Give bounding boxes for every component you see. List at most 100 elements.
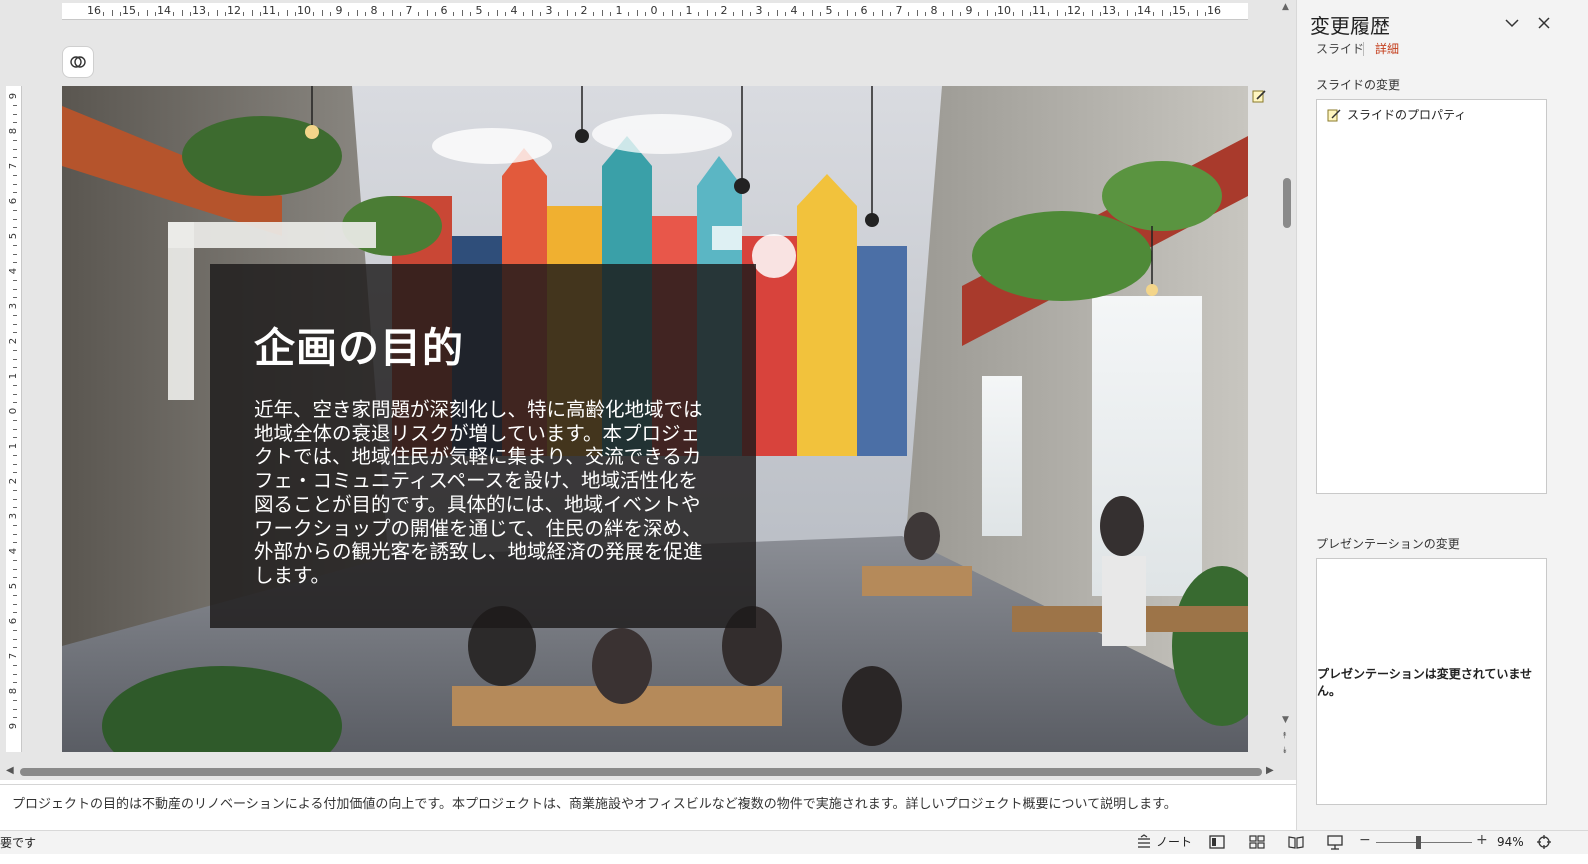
scroll-right-arrow-icon[interactable]: ▶ (1266, 765, 1274, 776)
copilot-icon (70, 56, 86, 68)
ruler-tick (907, 12, 909, 16)
vertical-ruler[interactable]: 9 8 7 6 5 4 3 2 1 0 1 2 3 4 5 6 7 8 9 (6, 86, 22, 752)
close-icon[interactable] (1535, 14, 1553, 32)
ruler-tick (1056, 10, 1058, 16)
zoom-out-button[interactable]: − (1359, 832, 1371, 848)
ruler-label: 1 (8, 442, 19, 450)
ruler-label: 10 (297, 4, 311, 17)
ruler-label: 16 (1207, 4, 1221, 17)
ruler-label: 9 (8, 722, 19, 730)
ruler-label: 8 (370, 4, 378, 17)
zoom-slider-handle[interactable] (1416, 836, 1422, 849)
ruler-tick (13, 472, 17, 474)
ruler-tick (13, 393, 17, 395)
ruler-tick (382, 12, 384, 16)
scroll-up-arrow-icon[interactable]: ▲ (1282, 2, 1289, 12)
slide-sorter-icon[interactable] (1248, 833, 1266, 851)
list-item[interactable]: スライドのプロパティ (1327, 106, 1466, 123)
ruler-tick (1196, 10, 1198, 16)
zoom-level[interactable]: 94% (1497, 835, 1524, 849)
ruler-tick (1187, 12, 1189, 16)
ruler-tick (1012, 12, 1014, 16)
normal-view-icon[interactable] (1208, 833, 1226, 851)
ruler-tick (13, 192, 17, 194)
ruler-label: 2 (8, 477, 19, 485)
ruler-tick (636, 10, 638, 16)
ruler-tick (1021, 10, 1023, 16)
ruler-tick (566, 10, 568, 16)
ruler-tick (181, 10, 183, 16)
ruler-label: 0 (650, 4, 658, 17)
ruler-tick (13, 577, 17, 579)
edit-marker-icon[interactable] (1251, 88, 1267, 104)
ruler-tick (557, 12, 559, 16)
ruler-tick (916, 10, 918, 16)
ruler-label: 8 (8, 687, 19, 695)
notes-pane[interactable]: プロジェクトの目的は不動産のリノベーションによる付加価値の向上です。本プロジェク… (0, 784, 1296, 830)
slide-text-panel[interactable]: 企画の目的 近年、空き家問題が深刻化し、特に高齢化地域では地域全体の衰退リスクが… (210, 264, 756, 628)
scroll-left-arrow-icon[interactable]: ◀ (6, 765, 14, 776)
ruler-label: 4 (790, 4, 798, 17)
previous-slide-icon[interactable]: ⯭ (1282, 731, 1287, 741)
ruler-tick (286, 10, 288, 16)
ruler-tick (531, 10, 533, 16)
ruler-tick (13, 708, 17, 710)
zoom-slider[interactable] (1376, 842, 1472, 843)
ruler-label: 12 (227, 4, 241, 17)
ruler-tick (13, 402, 17, 404)
ruler-tick (13, 463, 17, 465)
next-slide-icon[interactable]: ⯯ (1282, 746, 1287, 756)
ruler-tick (216, 10, 218, 16)
ruler-label: 5 (475, 4, 483, 17)
ruler-label: 11 (1032, 4, 1046, 17)
decorative-frame-top (168, 222, 376, 248)
ruler-tick (977, 12, 979, 16)
ruler-tick (881, 10, 883, 16)
horizontal-ruler[interactable]: 16 15 14 13 12 11 10 9 8 7 6 5 4 3 2 1 0 1 2 3 4 5 6 7 8 9 10 11 12 1… (62, 3, 1248, 20)
ruler-label: 12 (1067, 4, 1081, 17)
notes-icon (1138, 833, 1150, 848)
horizontal-scroll-thumb[interactable] (20, 768, 1262, 776)
ruler-label: 6 (860, 4, 868, 17)
ruler-label: 5 (825, 4, 833, 17)
zoom-in-button[interactable]: + (1476, 832, 1488, 848)
ruler-label: 14 (157, 4, 171, 17)
ruler-label: 1 (685, 4, 693, 17)
ruler-tick (146, 10, 148, 16)
copilot-button[interactable] (62, 46, 94, 78)
slide-changes-list[interactable]: スライドのプロパティ (1316, 99, 1547, 494)
slide-title[interactable]: 企画の目的 (254, 314, 464, 374)
ruler-tick (1117, 12, 1119, 16)
ruler-tick (13, 533, 17, 535)
ruler-tick (461, 10, 463, 16)
ruler-tick (426, 10, 428, 16)
chevron-down-icon[interactable] (1503, 14, 1521, 32)
slideshow-icon[interactable] (1326, 833, 1344, 851)
ruler-label: 7 (8, 652, 19, 660)
ruler-tick (986, 10, 988, 16)
ruler-tick (13, 288, 17, 290)
fit-slide-icon[interactable] (1536, 834, 1552, 850)
notes-toggle-button[interactable]: ノート (1136, 833, 1192, 850)
horizontal-scrollbar[interactable]: ◀ ▶ (0, 762, 1296, 780)
tab-slide[interactable]: スライド (1316, 40, 1364, 57)
scroll-down-arrow-icon[interactable]: ▼ (1282, 715, 1289, 725)
ruler-tick (697, 12, 699, 16)
presentation-changes-list[interactable]: プレゼンテーションは変更されていません。 (1316, 558, 1547, 805)
ruler-tick (13, 279, 17, 281)
ruler-label: 6 (440, 4, 448, 17)
ruler-tick (13, 699, 17, 701)
ruler-tick (242, 12, 244, 16)
notes-text[interactable]: プロジェクトの目的は不動産のリノベーションによる付加価値の向上です。本プロジェク… (12, 793, 1177, 812)
vertical-scroll-thumb[interactable] (1283, 178, 1291, 228)
ruler-tick (13, 559, 17, 561)
slide-body-text[interactable]: 近年、空き家問題が深刻化し、特に高齢化地域では地域全体の衰退リスクが増しています… (254, 398, 704, 588)
vertical-scrollbar[interactable]: ▲ ▼ ⯭ ⯯ (1278, 0, 1296, 764)
ruler-tick (741, 10, 743, 16)
tab-detail[interactable]: 詳細 (1375, 40, 1399, 57)
reading-view-icon[interactable] (1287, 833, 1305, 851)
slide-canvas[interactable]: 企画の目的 近年、空き家問題が深刻化し、特に高齢化地域では地域全体の衰退リスクが… (62, 86, 1248, 752)
ruler-label: 14 (1137, 4, 1151, 17)
ruler-label: 2 (580, 4, 588, 17)
ruler-label: 9 (335, 4, 343, 17)
